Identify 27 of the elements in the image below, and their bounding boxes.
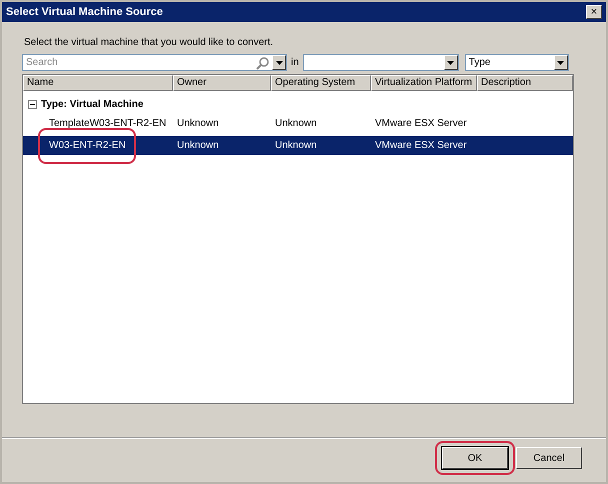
collapse-toggle[interactable]: [28, 100, 37, 108]
column-header[interactable]: Operating System: [271, 75, 371, 91]
table-cell: TemplateW03-ENT-R2-EN: [49, 118, 166, 129]
column-header[interactable]: Name: [23, 75, 173, 91]
window-title: Select Virtual Machine Source: [6, 6, 163, 18]
search-icon: [256, 56, 270, 70]
ok-button[interactable]: OK: [442, 447, 508, 469]
group-by-dropdown[interactable]: Type: [464, 54, 569, 71]
instruction-text: Select the virtual machine that you would like to convert.: [24, 37, 274, 48]
column-header[interactable]: Description: [477, 75, 573, 91]
cancel-button[interactable]: Cancel: [516, 447, 582, 469]
table-cell: Unknown: [177, 140, 219, 151]
table-cell: Unknown: [177, 118, 219, 129]
table-cell: W03-ENT-R2-EN: [49, 140, 126, 151]
machine-row[interactable]: W03-ENT-R2-EN Unknown Unknown VMware ESX Server: [23, 136, 573, 155]
search-combobox[interactable]: Search: [22, 54, 287, 71]
table-cell: Unknown: [275, 140, 317, 151]
close-button[interactable]: ×: [586, 5, 602, 19]
column-header[interactable]: Owner: [173, 75, 271, 91]
table-cell: VMware ESX Server: [375, 140, 467, 151]
table-cell: VMware ESX Server: [375, 118, 467, 129]
machine-row[interactable]: TemplateW03-ENT-R2-EN Unknown Unknown VMware ESX Server: [23, 114, 573, 133]
table-cell: Unknown: [275, 118, 317, 129]
group-header: Type: Virtual Machine: [41, 98, 144, 110]
column-header[interactable]: Virtualization Platform: [371, 75, 477, 91]
in-label: in: [291, 57, 299, 68]
search-field[interactable]: Search: [23, 57, 256, 68]
